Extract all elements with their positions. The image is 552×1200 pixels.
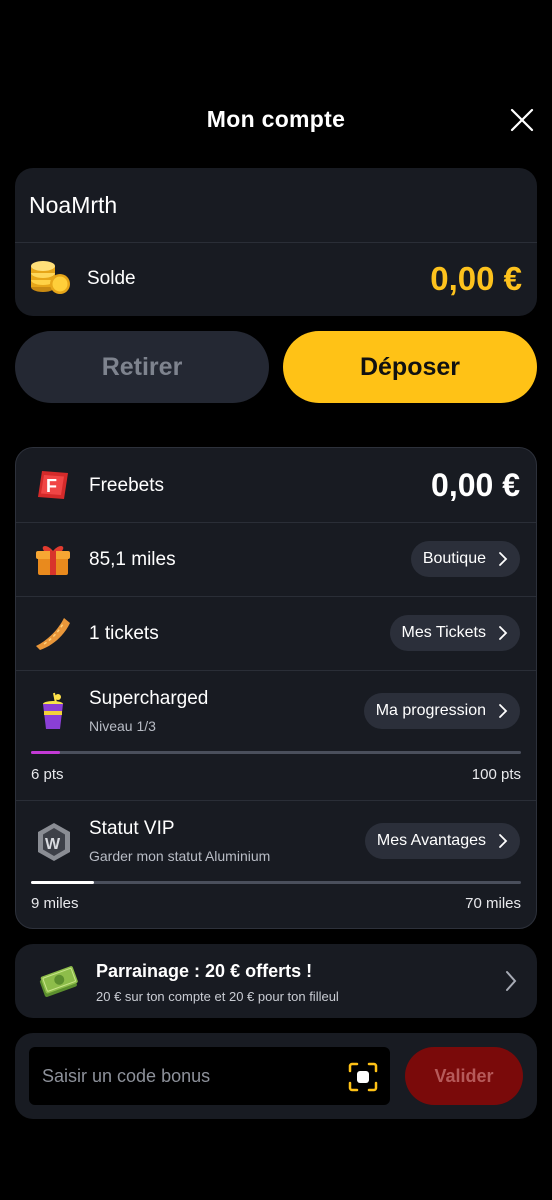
tickets-row: 1 tickets Mes Tickets bbox=[16, 597, 536, 670]
chevron-right-icon bbox=[499, 704, 508, 718]
rewards-card: F Freebets 0,00 € 85,1 miles Boutique 1 … bbox=[15, 447, 537, 929]
referral-subtitle: 20 € sur ton compte et 20 € pour ton fil… bbox=[96, 989, 339, 1004]
vip-progress-bar bbox=[31, 881, 521, 884]
bonus-code-card: Valider bbox=[15, 1033, 537, 1119]
referral-title: Parrainage : 20 € offerts ! bbox=[96, 961, 313, 981]
username: NoaMrth bbox=[29, 192, 118, 218]
validate-button[interactable]: Valider bbox=[405, 1047, 523, 1105]
vip-badge-icon: W bbox=[34, 821, 72, 861]
vip-row: W Statut VIP Garder mon statut Aluminium… bbox=[16, 801, 536, 929]
header: Mon compte bbox=[0, 0, 552, 168]
supercharged-row: Supercharged Niveau 1/3 Ma progression 6… bbox=[16, 671, 536, 800]
vip-min-label: 9 miles bbox=[31, 895, 79, 912]
withdraw-button[interactable]: Retirer bbox=[15, 331, 269, 403]
my-progress-button[interactable]: Ma progression bbox=[363, 693, 520, 729]
miles-row: 85,1 miles Boutique bbox=[16, 523, 536, 596]
chevron-right-icon bbox=[499, 626, 508, 640]
balance-value: 0,00 € bbox=[430, 260, 522, 297]
my-advantages-button[interactable]: Mes Avantages bbox=[364, 823, 520, 859]
referral-card[interactable]: Parrainage : 20 € offerts ! 20 € sur ton… bbox=[15, 944, 537, 1018]
bonus-code-input[interactable] bbox=[29, 1047, 390, 1105]
vip-sublabel: Garder mon statut Aluminium bbox=[89, 848, 271, 864]
coins-icon bbox=[29, 260, 71, 296]
balance-label: Solde bbox=[87, 268, 136, 289]
my-progress-button-label: Ma progression bbox=[375, 702, 486, 719]
supercharged-level: Niveau 1/3 bbox=[89, 718, 156, 734]
freebets-row: F Freebets 0,00 € bbox=[16, 448, 536, 522]
svg-text:F: F bbox=[46, 476, 57, 496]
freebets-label: Freebets bbox=[89, 475, 164, 496]
vip-progress-fill bbox=[31, 881, 94, 884]
shop-button-label: Boutique bbox=[422, 550, 486, 567]
svg-text:W: W bbox=[45, 836, 61, 853]
my-tickets-button[interactable]: Mes Tickets bbox=[389, 615, 520, 651]
vip-label: Statut VIP bbox=[89, 818, 175, 839]
miles-label: 85,1 miles bbox=[89, 549, 176, 570]
chevron-right-icon bbox=[499, 834, 508, 848]
chevron-right-icon[interactable] bbox=[505, 970, 517, 992]
my-advantages-button-label: Mes Avantages bbox=[376, 832, 486, 849]
freebets-f-icon: F bbox=[34, 467, 72, 505]
my-tickets-button-label: Mes Tickets bbox=[401, 624, 486, 641]
supercharged-min-label: 6 pts bbox=[31, 766, 64, 783]
tickets-label: 1 tickets bbox=[89, 623, 159, 644]
divider bbox=[15, 242, 537, 243]
supercharged-max-label: 100 pts bbox=[471, 766, 521, 783]
supercharged-label: Supercharged bbox=[89, 688, 209, 709]
page-title: Mon compte bbox=[206, 106, 346, 132]
account-card: NoaMrth Solde 0,00 € bbox=[15, 168, 537, 316]
shop-button[interactable]: Boutique bbox=[410, 541, 520, 577]
close-icon[interactable] bbox=[508, 106, 536, 134]
freebets-value: 0,00 € bbox=[431, 467, 520, 503]
ticket-icon bbox=[34, 614, 72, 652]
vip-max-label: 70 miles bbox=[465, 895, 521, 912]
supercharged-progress-bar bbox=[31, 751, 521, 754]
scan-icon[interactable] bbox=[348, 1062, 378, 1092]
supercharged-progress-fill bbox=[31, 751, 61, 754]
gift-icon bbox=[34, 540, 72, 578]
drink-icon bbox=[34, 691, 72, 729]
chevron-right-icon bbox=[499, 552, 508, 566]
deposit-button[interactable]: Déposer bbox=[283, 331, 537, 403]
money-bills-icon bbox=[39, 962, 79, 1002]
